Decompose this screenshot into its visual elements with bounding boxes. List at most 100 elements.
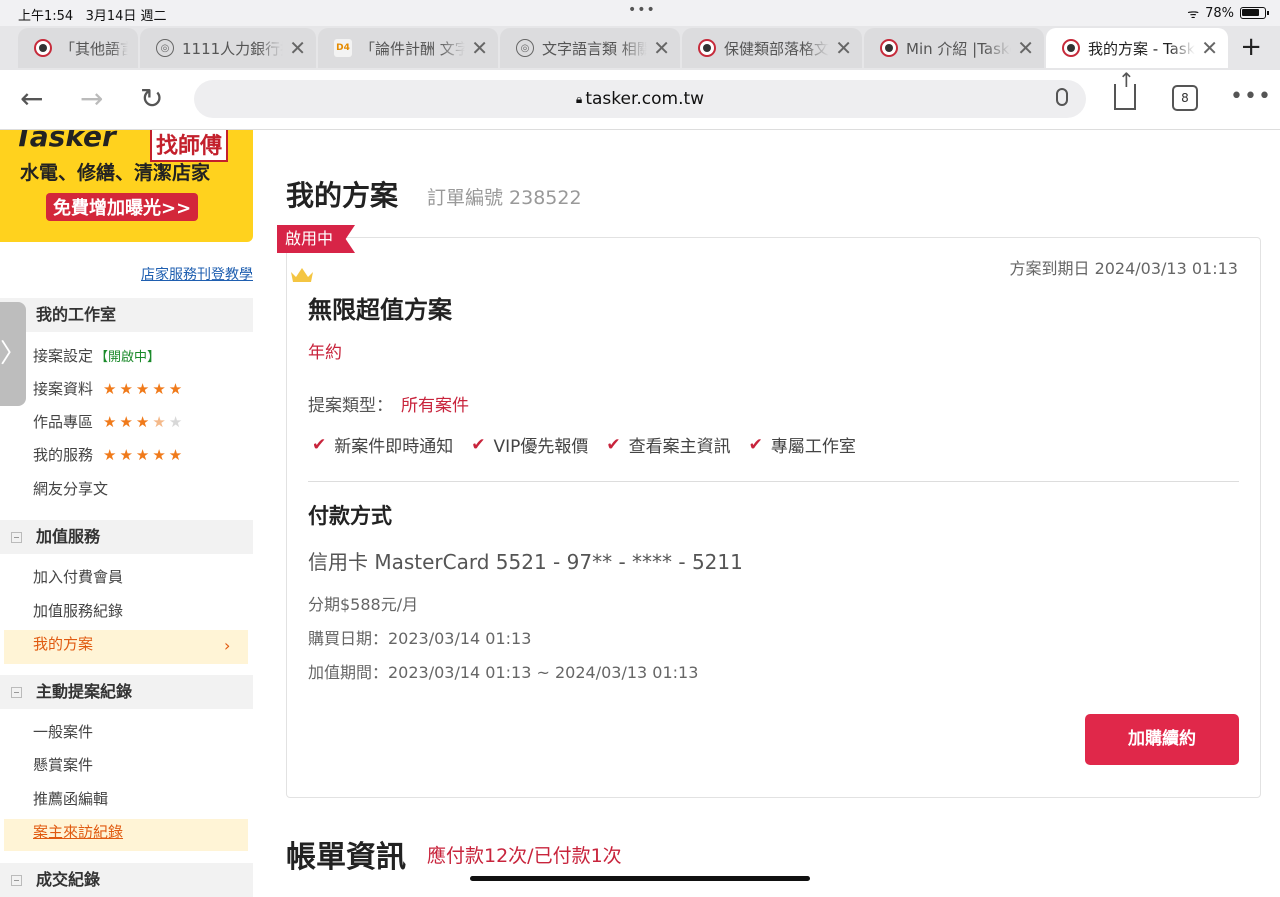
rating-stars: ★★★★★	[103, 412, 186, 431]
tab-overview-button[interactable]: 8	[1172, 85, 1198, 111]
tab-title: Min 介紹 |Tasker	[906, 39, 1011, 58]
value-period: 加值期間：2023/03/14 01:13 ~ 2024/03/13 01:13	[308, 663, 699, 682]
battery-percent: 78%	[1205, 5, 1234, 21]
new-tab-icon[interactable]: +	[1240, 32, 1262, 62]
sidebar-item-settings[interactable]: 接案設定 【開啟中】	[33, 345, 160, 366]
url-text: tasker.com.tw	[585, 89, 705, 109]
close-tab-icon[interactable]: ✕	[289, 36, 306, 60]
wifi-icon: ᯤ	[1187, 7, 1200, 22]
status-time: 上午1:54 3月14日 週二	[18, 9, 167, 24]
more-icon[interactable]: •••	[1230, 84, 1272, 109]
browser-tab-active[interactable]: 我的方案 - Task ✕	[1046, 28, 1228, 68]
section-header-deals[interactable]: 成交紀錄	[0, 863, 253, 897]
plan-expiry: 方案到期日 2024/03/13 01:13	[1009, 259, 1238, 278]
tasker-favicon-icon	[1062, 39, 1080, 57]
close-tab-icon[interactable]: ✕	[835, 36, 852, 60]
tab-title: 「論件計酬 文字	[360, 39, 466, 58]
lock-icon: 🔒︎	[575, 91, 583, 106]
browser-tab[interactable]: 保健類部落格文 ✕	[682, 28, 862, 68]
back-arrow-icon[interactable]: ←	[20, 82, 43, 115]
close-tab-icon[interactable]: ✕	[1201, 36, 1218, 60]
banner-brand: Tasker	[14, 130, 116, 153]
page-title: 我的方案	[286, 179, 399, 212]
status-right: ᯤ 78%	[1187, 4, 1269, 22]
rating-stars: ★★★★★	[103, 445, 186, 464]
sidebar-item-recommendation[interactable]: 推薦函編輯	[33, 788, 108, 809]
card-info: 信用卡 MasterCard 5521 - 97** - **** - 5211	[308, 550, 743, 574]
tab-title: 文字語言類 相關	[542, 39, 648, 58]
promo-banner[interactable]: Tasker 找師傅 水電、修繕、清潔店家 免費增加曝光>>	[0, 130, 253, 242]
tab-title: 保健類部落格文	[724, 39, 830, 58]
status-bar: 上午1:54 3月14日 週二 ••• ᯤ 78%	[0, 0, 1280, 26]
billing-subtitle: 應付款12次/已付款1次	[427, 845, 622, 867]
rating-stars: ★★★★★	[103, 379, 186, 398]
home-indicator[interactable]	[470, 876, 810, 881]
chevron-right-icon: ›	[224, 636, 231, 655]
plan-term: 年約	[308, 343, 342, 363]
tab-title: 我的方案 - Task	[1088, 39, 1196, 58]
divider	[308, 481, 1239, 482]
section-header-value-services[interactable]: 加值服務	[0, 520, 253, 554]
close-tab-icon[interactable]: ✕	[653, 36, 670, 60]
address-bar[interactable]: 🔒︎ tasker.com.tw	[194, 80, 1086, 118]
browser-tab[interactable]: ◎ 文字語言類 相關 ✕	[500, 28, 680, 68]
proposal-type: 提案類型： 所有案件	[308, 396, 469, 416]
status-badge: 啟用中	[277, 225, 356, 253]
sidebar-item-join-paid[interactable]: 加入付費會員	[33, 566, 123, 587]
feature-item: ✔ 新案件即時通知	[312, 434, 454, 458]
sidebar-item-services[interactable]: 我的服務 ★★★★★	[33, 444, 185, 465]
feature-item: ✔ 專屬工作室	[748, 434, 856, 458]
forward-arrow-icon[interactable]: →	[80, 82, 103, 115]
browser-tab[interactable]: D4 「論件計酬 文字 ✕	[318, 28, 498, 68]
browser-tab[interactable]: 「其他語言	[18, 28, 138, 68]
browser-toolbar: ← → ↻ 🔒︎ tasker.com.tw 8 •••	[0, 68, 1280, 130]
microphone-icon[interactable]	[1056, 88, 1068, 106]
sidebar-item-portfolio[interactable]: 作品專區 ★★★★★	[33, 411, 185, 432]
sidebar-toggle-handle[interactable]: 〉	[0, 302, 26, 406]
check-icon: ✔	[748, 434, 763, 455]
installment-info: 分期$588元/月	[308, 595, 419, 614]
browser-tab[interactable]: ◎ 1111人力銀行接 ✕	[140, 28, 316, 68]
plan-name: 無限超值方案	[308, 296, 452, 324]
plan-features: ✔ 新案件即時通知 ✔ VIP優先報價 ✔ 查看案主資訊 ✔ 專屬工作室	[312, 432, 856, 458]
globe-icon: ◎	[156, 39, 174, 57]
sidebar: Tasker 找師傅 水電、修繕、清潔店家 免費增加曝光>> 店家服務刊登教學 …	[0, 130, 253, 897]
check-icon: ✔	[606, 434, 621, 455]
browser-tab[interactable]: Min 介紹 |Tasker ✕	[864, 28, 1044, 68]
billing-title: 帳單資訊	[286, 840, 406, 875]
crown-icon	[291, 268, 313, 282]
section-header-proposals[interactable]: 主動提案紀錄	[0, 675, 253, 709]
collapse-icon	[11, 875, 22, 886]
section-header-studio[interactable]: 我的工作室	[0, 298, 253, 332]
tab-strip: 「其他語言 ◎ 1111人力銀行接 ✕ D4 「論件計酬 文字 ✕ ◎ 文字語言…	[0, 26, 1280, 70]
share-icon[interactable]	[1114, 68, 1136, 110]
sidebar-item-shared-posts[interactable]: 網友分享文	[33, 478, 108, 499]
reload-icon[interactable]: ↻	[140, 82, 163, 115]
renew-button[interactable]: 加購續約	[1085, 714, 1239, 765]
collapse-icon	[11, 532, 22, 543]
order-number: 訂單編號 238522	[427, 187, 582, 209]
sidebar-item-value-records[interactable]: 加值服務紀錄	[33, 600, 123, 621]
close-tab-icon[interactable]: ✕	[1017, 36, 1034, 60]
tab-title: 1111人力銀行接	[182, 39, 283, 58]
sidebar-item-client-visits[interactable]: 案主來訪紀錄	[33, 821, 123, 842]
open-status: 【開啟中】	[95, 350, 161, 365]
payment-heading: 付款方式	[308, 504, 392, 528]
multitask-dots-icon[interactable]: •••	[628, 2, 656, 18]
collapse-icon	[11, 687, 22, 698]
globe-icon: ◎	[516, 39, 534, 57]
tasker-favicon-icon	[880, 39, 898, 57]
battery-icon	[1240, 7, 1269, 19]
banner-cta[interactable]: 免費增加曝光>>	[46, 193, 199, 221]
close-tab-icon[interactable]: ✕	[471, 36, 488, 60]
sidebar-item-general-cases[interactable]: 一般案件	[33, 721, 93, 742]
sidebar-item-bounty-cases[interactable]: 懸賞案件	[33, 754, 93, 775]
check-icon: ✔	[471, 434, 486, 455]
d4-favicon-icon: D4	[334, 39, 352, 57]
check-icon: ✔	[312, 434, 327, 455]
sidebar-item-profile[interactable]: 接案資料 ★★★★★	[33, 378, 185, 399]
tutorial-link[interactable]: 店家服務刊登教學	[141, 264, 253, 284]
tab-title: 「其他語言	[60, 39, 128, 58]
purchase-date: 購買日期：2023/03/14 01:13	[308, 629, 532, 648]
sidebar-item-my-plan[interactable]: 我的方案	[33, 633, 93, 654]
